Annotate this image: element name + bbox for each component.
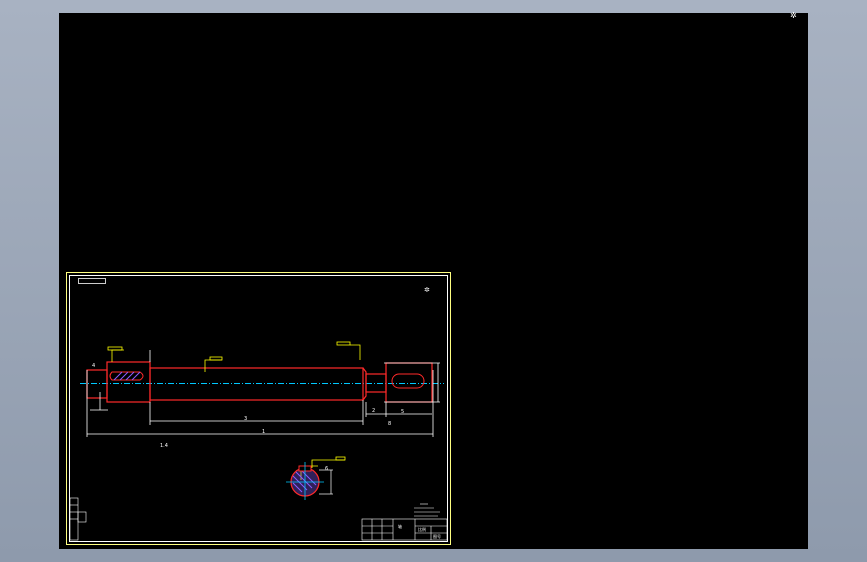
leaders <box>107 341 361 480</box>
title-block-texts: 轴 比例 图号 <box>398 523 441 539</box>
keyway-left <box>109 371 144 381</box>
svg-text:5: 5 <box>401 409 404 415</box>
sheet-inner-frame <box>69 275 448 542</box>
sheet-label-box <box>78 278 106 284</box>
svg-text:轴: 轴 <box>398 523 402 529</box>
svg-text:3: 3 <box>244 416 247 422</box>
svg-text:2: 2 <box>372 408 375 414</box>
shaft-outline <box>86 361 433 403</box>
sheet-symbol: ✲ <box>424 286 430 294</box>
svg-text:6: 6 <box>325 466 328 472</box>
svg-text:图号: 图号 <box>433 533 441 539</box>
keyway-right <box>391 373 425 389</box>
svg-text:8: 8 <box>388 421 391 427</box>
left-revision-block <box>69 497 87 541</box>
svg-text:4: 4 <box>92 363 95 369</box>
cad-drawing: ✲ 4 1 3 5 2 8 1.4 6 轴 比例 图号 <box>66 272 451 545</box>
sheet-outer-frame <box>66 272 451 545</box>
svg-text:1.4: 1.4 <box>160 443 168 449</box>
dimension-texts: 4 1 3 5 2 8 1.4 6 <box>92 363 404 472</box>
svg-text:比例: 比例 <box>418 526 426 532</box>
tech-notes <box>414 503 440 517</box>
svg-text:1: 1 <box>262 429 265 435</box>
